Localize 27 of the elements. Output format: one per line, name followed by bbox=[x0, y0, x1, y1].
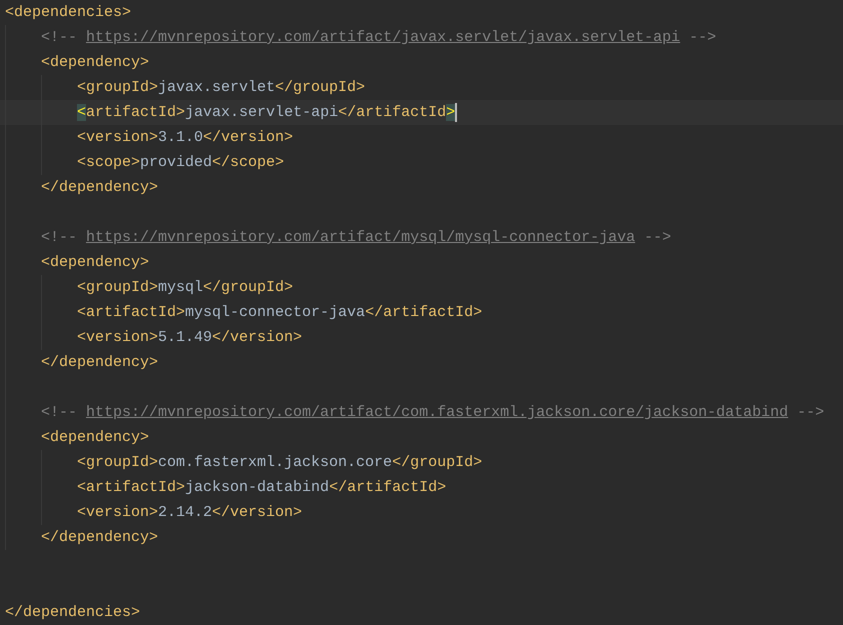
code-line: <version>5.1.49</version> bbox=[77, 328, 302, 348]
comment-link[interactable]: https://mvnrepository.com/artifact/mysql/mysql-connector-java bbox=[86, 229, 636, 246]
code-line: <version>3.1.0</version> bbox=[77, 128, 294, 148]
code-line: <dependency> bbox=[41, 253, 150, 273]
code-line: <dependency> bbox=[41, 428, 150, 448]
bracket-highlight: > bbox=[446, 104, 456, 121]
code-line: </dependency> bbox=[41, 178, 158, 198]
code-line: <!-- https://mvnrepository.com/artifact/com.fasterxml.jackson.core/jackson-databind --> bbox=[41, 403, 824, 423]
code-line: <artifactId>mysql-connector-java</artifactId> bbox=[77, 303, 482, 323]
comment-link[interactable]: https://mvnrepository.com/artifact/javax.servlet/javax.servlet-api bbox=[86, 29, 680, 46]
code-line: <!-- https://mvnrepository.com/artifact/mysql/mysql-connector-java --> bbox=[41, 228, 672, 248]
code-line: <artifactId>jackson-databind</artifactId> bbox=[77, 478, 446, 498]
comment-link[interactable]: https://mvnrepository.com/artifact/com.fasterxml.jackson.core/jackson-databind bbox=[86, 404, 788, 421]
text-cursor bbox=[455, 103, 458, 122]
code-line: <groupId>com.fasterxml.jackson.core</groupId> bbox=[77, 453, 482, 473]
bracket-highlight: < bbox=[77, 104, 86, 121]
code-line: <dependency> bbox=[41, 53, 150, 73]
code-line: <dependencies> bbox=[5, 3, 132, 23]
code-line: <groupId>javax.servlet</groupId> bbox=[77, 78, 366, 98]
code-line: <artifactId>javax.servlet-api</artifactId> bbox=[77, 103, 456, 123]
code-line: </dependencies> bbox=[5, 603, 140, 623]
code-line: <version>2.14.2</version> bbox=[77, 503, 302, 523]
code-line: <scope>provided</scope> bbox=[77, 153, 284, 173]
code-line: </dependency> bbox=[41, 528, 158, 548]
code-line: </dependency> bbox=[41, 353, 158, 373]
code-line: <!-- https://mvnrepository.com/artifact/javax.servlet/javax.servlet-api --> bbox=[41, 28, 716, 48]
code-line: <groupId>mysql</groupId> bbox=[77, 278, 294, 298]
